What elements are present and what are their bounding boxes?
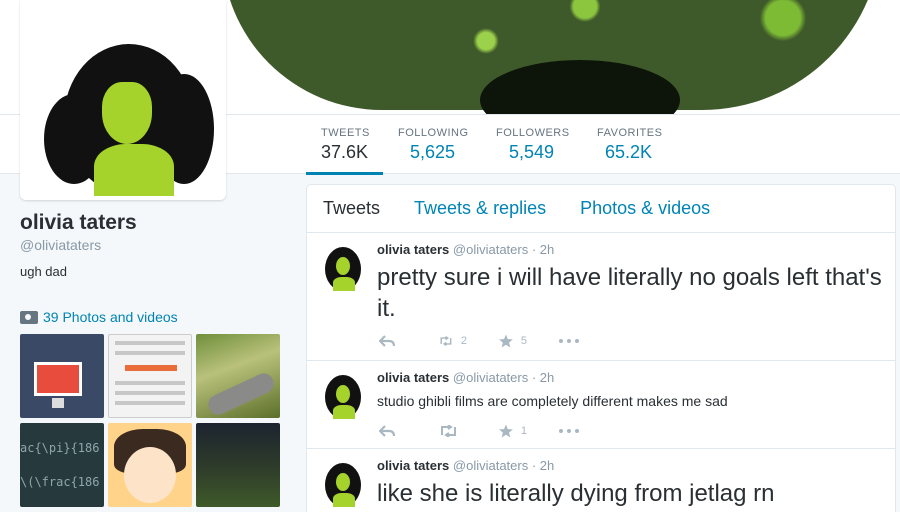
tweet-text: like she is literally dying from jetlag … (377, 480, 775, 507)
retweet-count: 2 (460, 335, 467, 347)
tweet-author-name[interactable]: olivia taters (377, 370, 449, 385)
stat-followers[interactable]: FOLLOWERS 5,549 (496, 127, 570, 175)
tab-tweets[interactable]: Tweets (323, 198, 380, 219)
tweet-time[interactable]: · 2h (532, 370, 554, 385)
stat-following-label: FOLLOWING (398, 127, 469, 139)
photo-thumbnail[interactable] (20, 334, 104, 418)
tweet-time[interactable]: · 2h (532, 242, 554, 257)
reply-button[interactable] (379, 425, 407, 437)
tweet-actions: 1 (379, 424, 619, 438)
tweet-actions: 2 5 (379, 334, 619, 348)
tweet[interactable]: olivia taters @oliviataters · 2h pretty … (307, 233, 895, 361)
reply-button[interactable] (379, 335, 407, 347)
stat-tweets-label: TWEETS (321, 127, 370, 139)
photo-thumbnail[interactable]: ac{\pi}{186 \(\frac{186 (20, 423, 104, 507)
tweet-header: olivia taters @oliviataters · 2h (377, 242, 554, 257)
tweet-author-handle[interactable]: @oliviataters (453, 242, 528, 257)
reply-icon (379, 425, 395, 437)
stat-followers-value: 5,549 (509, 142, 555, 162)
favorite-button[interactable]: 5 (499, 334, 527, 348)
retweet-button[interactable] (439, 425, 467, 437)
profile-handle[interactable]: @oliviataters (20, 237, 101, 253)
profile-avatar[interactable] (20, 0, 226, 200)
stat-following[interactable]: FOLLOWING 5,625 (398, 127, 469, 175)
code-line: ac{\pi}{186 (20, 441, 100, 455)
more-button[interactable] (559, 339, 587, 343)
star-icon (499, 424, 513, 438)
more-button[interactable] (559, 429, 587, 433)
stat-favorites-value: 65.2K (605, 142, 653, 162)
stat-followers-label: FOLLOWERS (496, 127, 570, 139)
photo-thumbnail[interactable] (196, 334, 280, 418)
photo-thumbnail[interactable] (108, 334, 192, 418)
favorite-count: 1 (520, 425, 527, 437)
camera-icon (20, 310, 38, 324)
tweet-avatar[interactable] (319, 459, 367, 507)
tweet-author-handle[interactable]: @oliviataters (453, 458, 528, 473)
tweet-header: olivia taters @oliviataters · 2h (377, 458, 554, 473)
tweet-author-name[interactable]: olivia taters (377, 242, 449, 257)
tweet-text: studio ghibli films are completely diffe… (377, 393, 728, 409)
tweet-avatar[interactable] (319, 371, 367, 419)
reply-icon (379, 335, 395, 347)
photo-grid: ac{\pi}{186 \(\frac{186 (20, 334, 282, 507)
stat-tweets[interactable]: TWEETS 37.6K (306, 127, 383, 175)
retweet-button[interactable]: 2 (439, 335, 467, 347)
stat-favorites[interactable]: FAVORITES 65.2K (597, 127, 662, 175)
photo-thumbnail[interactable] (108, 423, 192, 507)
tweet-avatar[interactable] (319, 243, 367, 291)
more-icon (559, 429, 579, 433)
photos-link-label: 39 Photos and videos (43, 309, 178, 325)
stat-tweets-value: 37.6K (321, 142, 369, 162)
retweet-icon (441, 425, 456, 437)
timeline: Tweets Tweets & replies Photos & videos … (306, 184, 896, 512)
tweet-header: olivia taters @oliviataters · 2h (377, 370, 554, 385)
star-icon (499, 334, 513, 348)
tab-photos-videos[interactable]: Photos & videos (580, 198, 710, 219)
tweet-time[interactable]: · 2h (532, 458, 554, 473)
tweet[interactable]: olivia taters @oliviataters · 2h studio … (307, 361, 895, 449)
tweet-author-handle[interactable]: @oliviataters (453, 370, 528, 385)
profile-name[interactable]: olivia taters (20, 211, 137, 235)
tweet-text: pretty sure i will have literally no goa… (377, 264, 882, 322)
tab-tweets-replies[interactable]: Tweets & replies (414, 198, 546, 219)
retweet-icon (440, 336, 452, 346)
photo-thumbnail[interactable] (196, 423, 280, 507)
tweet[interactable]: olivia taters @oliviataters · 2h like sh… (307, 449, 895, 512)
profile-bio: ugh dad (20, 264, 67, 279)
favorite-count: 5 (520, 335, 527, 347)
stat-following-value: 5,625 (410, 142, 456, 162)
photos-and-videos-link[interactable]: 39 Photos and videos (20, 309, 178, 325)
timeline-tabs: Tweets Tweets & replies Photos & videos (307, 185, 895, 233)
code-line: \(\frac{186 (20, 475, 100, 489)
stat-favorites-label: FAVORITES (597, 127, 663, 139)
favorite-button[interactable]: 1 (499, 424, 527, 438)
more-icon (559, 339, 579, 343)
tweet-author-name[interactable]: olivia taters (377, 458, 449, 473)
